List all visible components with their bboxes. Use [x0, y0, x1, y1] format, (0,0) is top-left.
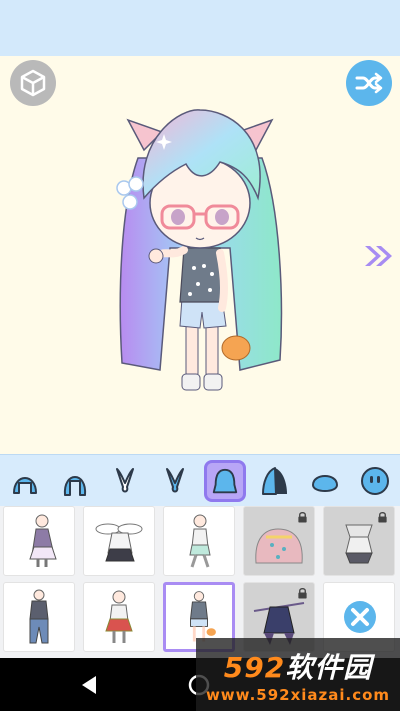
item-sailor-outfit[interactable]: [323, 506, 395, 576]
top-bar: [0, 0, 400, 56]
lock-icon: [298, 587, 307, 599]
item-dress-outfit[interactable]: [3, 506, 75, 576]
item-blue-jeans-outfit[interactable]: [3, 582, 75, 652]
watermark-url: www.592xiazai.com: [205, 685, 391, 704]
view-3d-button[interactable]: [10, 60, 56, 106]
face-shape-icon: [311, 475, 339, 492]
next-page-arrow[interactable]: [362, 242, 394, 270]
avatar-character: [116, 109, 283, 391]
lock-icon: [378, 511, 387, 523]
outfit-body-icon: [212, 468, 238, 494]
tab-outfit-body[interactable]: [204, 460, 246, 502]
watermark-brand-text: 软件园: [285, 650, 373, 684]
back-hair-icon: [13, 477, 37, 494]
shuffle-icon: [355, 72, 383, 94]
nav-back-icon[interactable]: [78, 674, 100, 696]
red-skirt-thumbnail: [105, 590, 133, 643]
blue-jeans-thumbnail: [29, 589, 49, 644]
item-red-skirt-outfit[interactable]: [83, 582, 155, 652]
bunny-ears-icon: [116, 468, 134, 493]
mint-outfit-thumbnail: [189, 514, 211, 568]
item-blob-costume-outfit[interactable]: [243, 506, 315, 576]
shuffle-button[interactable]: [346, 60, 392, 106]
side-hair-icon: [262, 467, 287, 495]
category-tab-bar: [0, 454, 400, 506]
bunny-ears-alt-icon: [166, 468, 184, 493]
tab-back-hair[interactable]: [4, 460, 46, 502]
watermark-brand-number: 592: [223, 650, 286, 684]
watermark-brand: 592软件园: [224, 646, 372, 686]
tab-bunny-ears[interactable]: [104, 460, 146, 502]
tab-back-hair-long[interactable]: [54, 460, 96, 502]
cube-3d-icon: [20, 69, 46, 97]
bunny-hoodie-thumbnail: [95, 523, 143, 562]
lock-icon: [298, 511, 307, 523]
item-mint-outfit[interactable]: [163, 506, 235, 576]
tab-bunny-ears-alt[interactable]: [154, 460, 196, 502]
tab-side-hair[interactable]: [254, 460, 296, 502]
back-hair-long-icon: [63, 476, 87, 496]
tab-face-eyes[interactable]: [354, 460, 396, 502]
outfit-item-grid: [0, 506, 400, 658]
dress-outfit-thumbnail: [29, 514, 57, 567]
item-bunny-hoodie-outfit[interactable]: [83, 506, 155, 576]
watermark-logo: 592软件园 www.592xiazai.com: [196, 638, 400, 711]
tab-face-shape[interactable]: [304, 460, 346, 502]
face-eyes-icon: [361, 467, 389, 495]
